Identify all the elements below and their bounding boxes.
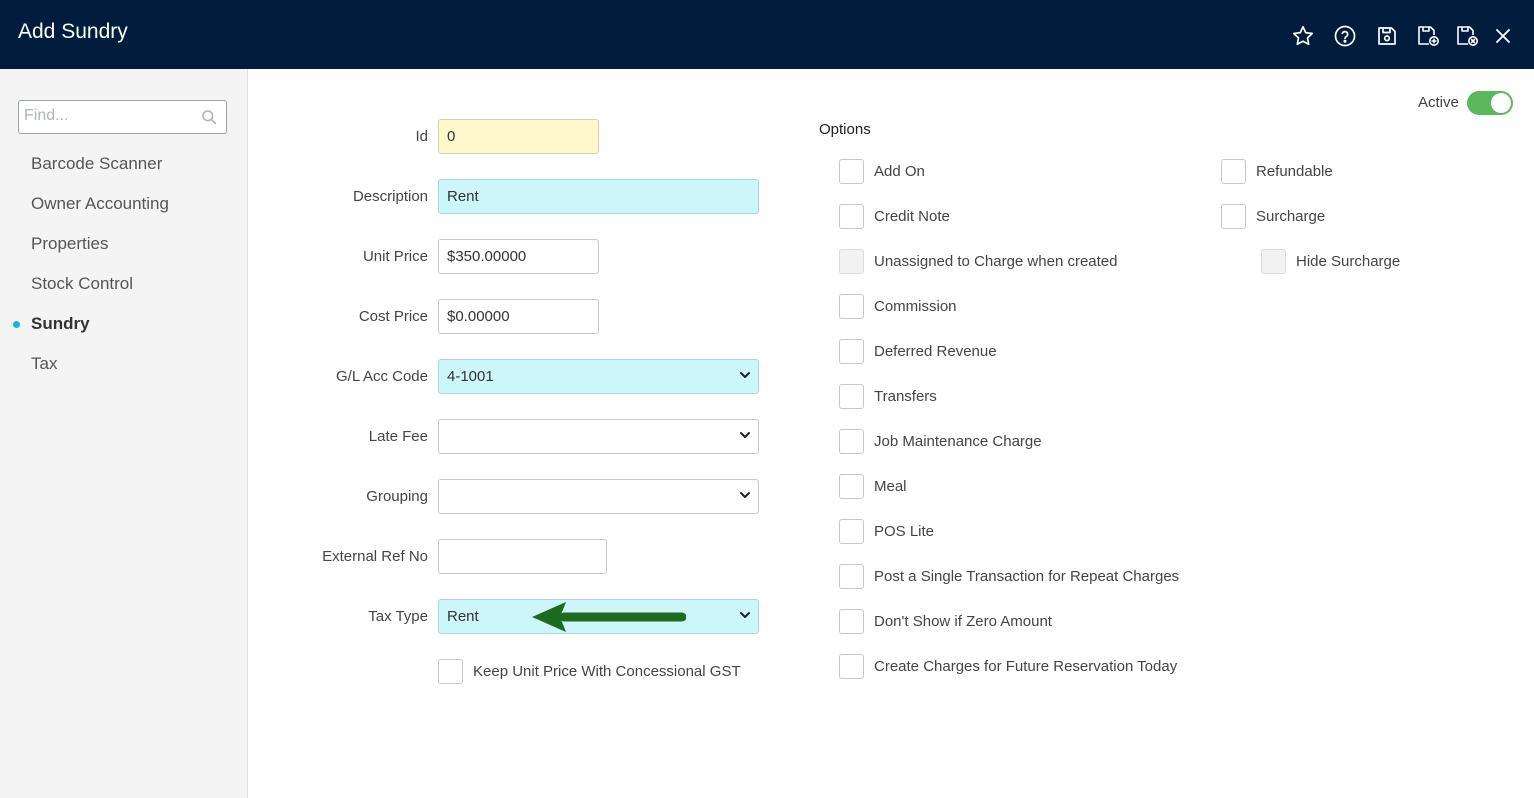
sidebar-item-owner-accounting[interactable]: Owner Accounting bbox=[31, 194, 169, 214]
search-icon bbox=[202, 110, 217, 125]
pointer-arrow-icon bbox=[532, 602, 686, 632]
save-and-new-icon[interactable] bbox=[1416, 24, 1440, 48]
star-icon[interactable] bbox=[1291, 24, 1315, 48]
external-ref-no-field[interactable] bbox=[438, 539, 607, 574]
grouping-label: Grouping bbox=[366, 488, 428, 505]
id-field: 0 bbox=[438, 119, 599, 154]
credit-note-checkbox[interactable] bbox=[839, 204, 864, 229]
meal-label: Meal bbox=[874, 478, 907, 495]
create-charges-future-label: Create Charges for Future Reservation To… bbox=[874, 658, 1178, 675]
close-icon[interactable] bbox=[1491, 24, 1515, 48]
dont-show-zero-amount-checkbox[interactable] bbox=[839, 609, 864, 634]
pos-lite-label: POS Lite bbox=[874, 523, 935, 540]
transfers-checkbox[interactable] bbox=[839, 384, 864, 409]
unit-price-field[interactable]: $350.00000 bbox=[438, 239, 599, 274]
chevron-down-icon bbox=[740, 432, 750, 438]
late-fee-label: Late Fee bbox=[368, 428, 428, 445]
cost-price-label: Cost Price bbox=[358, 308, 428, 325]
refundable-checkbox[interactable] bbox=[1221, 159, 1246, 184]
options-title: Options bbox=[819, 121, 871, 138]
post-single-transaction-label: Post a Single Transaction for Repeat Cha… bbox=[874, 568, 1180, 585]
keep-unit-price-label: Keep Unit Price With Concessional GST bbox=[473, 663, 741, 680]
description-label: Description bbox=[352, 188, 428, 205]
credit-note-label: Credit Note bbox=[874, 208, 950, 225]
job-maintenance-charge-checkbox[interactable] bbox=[839, 429, 864, 454]
dont-show-zero-amount-label: Don't Show if Zero Amount bbox=[874, 613, 1052, 630]
sidebar-item-sundry[interactable]: Sundry bbox=[31, 314, 90, 334]
hide-surcharge-checkbox bbox=[1261, 249, 1286, 274]
commission-checkbox[interactable] bbox=[839, 294, 864, 319]
pos-lite-checkbox[interactable] bbox=[839, 519, 864, 544]
save-icon[interactable] bbox=[1375, 24, 1399, 48]
chevron-down-icon bbox=[740, 492, 750, 498]
active-toggle[interactable] bbox=[1467, 91, 1513, 115]
id-label: Id bbox=[415, 128, 428, 145]
unassigned-to-charge-label: Unassigned to Charge when created bbox=[874, 253, 1118, 270]
deferred-revenue-label: Deferred Revenue bbox=[874, 343, 997, 360]
sidebar-item-properties[interactable]: Properties bbox=[31, 234, 108, 254]
create-charges-future-checkbox[interactable] bbox=[839, 654, 864, 679]
transfers-label: Transfers bbox=[874, 388, 937, 405]
gl-acc-code-select[interactable]: 4-1001 bbox=[438, 359, 759, 394]
unit-price-label: Unit Price bbox=[362, 248, 428, 265]
cost-price-field[interactable]: $0.00000 bbox=[438, 299, 599, 334]
save-and-close-icon[interactable] bbox=[1455, 24, 1479, 48]
main-content: Id 0 Description Rent Unit Price $350.00… bbox=[248, 69, 1534, 798]
sidebar-item-stock-control[interactable]: Stock Control bbox=[31, 274, 133, 294]
sidebar-search[interactable] bbox=[18, 100, 227, 134]
add-on-checkbox[interactable] bbox=[839, 159, 864, 184]
chevron-down-icon bbox=[740, 372, 750, 378]
meal-checkbox[interactable] bbox=[839, 474, 864, 499]
grouping-select[interactable] bbox=[438, 479, 759, 514]
sidebar-item-barcode-scanner[interactable]: Barcode Scanner bbox=[31, 154, 162, 174]
gl-acc-code-label: G/L Acc Code bbox=[336, 368, 428, 385]
tax-type-value: Rent bbox=[447, 608, 479, 625]
job-maintenance-charge-label: Job Maintenance Charge bbox=[874, 433, 1042, 450]
gl-acc-code-value: 4-1001 bbox=[447, 368, 494, 385]
description-field[interactable]: Rent bbox=[438, 179, 759, 214]
active-indicator bbox=[13, 321, 20, 328]
keep-unit-price-checkbox[interactable] bbox=[438, 659, 463, 684]
external-ref-no-label: External Ref No bbox=[322, 548, 428, 565]
commission-label: Commission bbox=[874, 298, 957, 315]
unassigned-to-charge-checkbox bbox=[839, 249, 864, 274]
add-on-label: Add On bbox=[874, 163, 925, 180]
page-title: Add Sundry bbox=[18, 20, 128, 43]
help-icon[interactable] bbox=[1333, 24, 1357, 48]
post-single-transaction-checkbox[interactable] bbox=[839, 564, 864, 589]
hide-surcharge-label: Hide Surcharge bbox=[1296, 253, 1401, 270]
deferred-revenue-checkbox[interactable] bbox=[839, 339, 864, 364]
sidebar-item-tax[interactable]: Tax bbox=[31, 354, 57, 374]
sidebar: Barcode Scanner Owner Accounting Propert… bbox=[0, 69, 248, 798]
sidebar-search-input[interactable] bbox=[24, 101, 194, 131]
toggle-knob bbox=[1491, 93, 1511, 113]
surcharge-checkbox[interactable] bbox=[1221, 204, 1246, 229]
window-header: Add Sundry bbox=[0, 0, 1534, 69]
surcharge-label: Surcharge bbox=[1256, 208, 1326, 225]
refundable-label: Refundable bbox=[1256, 163, 1333, 180]
chevron-down-icon bbox=[740, 612, 750, 618]
late-fee-select[interactable] bbox=[438, 419, 759, 454]
tax-type-label: Tax Type bbox=[368, 608, 428, 625]
active-label: Active bbox=[1418, 94, 1459, 111]
